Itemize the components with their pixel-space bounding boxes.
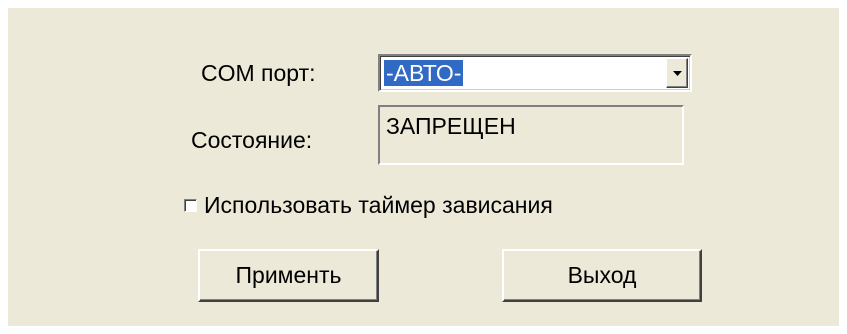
apply-button[interactable]: Применть bbox=[198, 249, 379, 302]
dropdown-button[interactable] bbox=[666, 58, 688, 88]
state-value: ЗАПРЕЩЕН bbox=[386, 113, 516, 139]
state-field: ЗАПРЕЩЕН bbox=[378, 105, 684, 165]
com-port-select[interactable]: -АВТО- bbox=[378, 54, 692, 92]
settings-dialog: COM порт: -АВТО- Состояние: ЗАПРЕЩЕН Исп… bbox=[8, 8, 839, 326]
exit-button[interactable]: Выход bbox=[502, 249, 702, 302]
com-port-label: COM порт: bbox=[201, 60, 316, 86]
chevron-down-icon bbox=[673, 71, 682, 76]
hang-timer-label: Использовать таймер зависания bbox=[204, 192, 553, 218]
com-port-selected-value: -АВТО- bbox=[384, 60, 464, 86]
state-label: Состояние: bbox=[191, 127, 313, 153]
hang-timer-checkbox[interactable] bbox=[184, 199, 197, 212]
